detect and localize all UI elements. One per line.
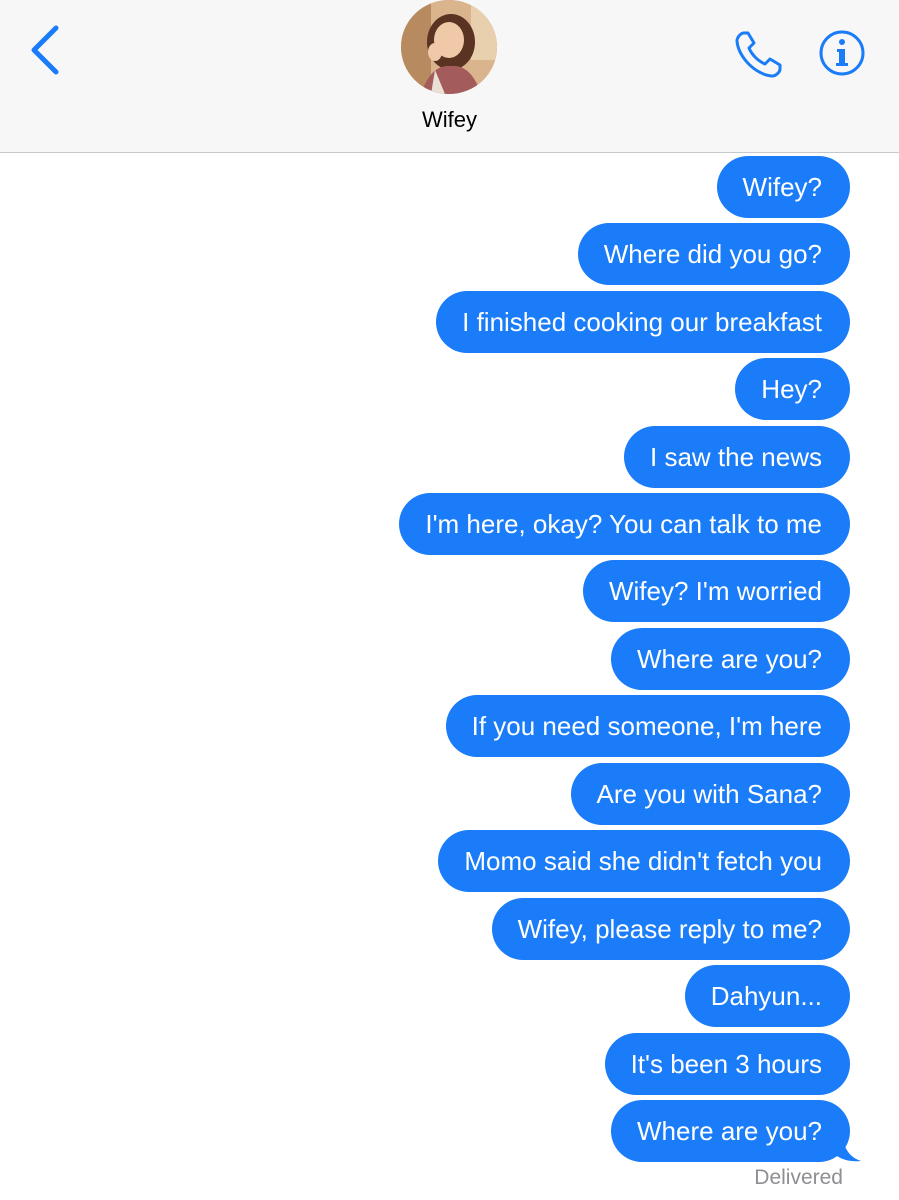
- sent-message-bubble[interactable]: I finished cooking our breakfast: [436, 291, 850, 353]
- message-row: Hey?: [735, 358, 850, 420]
- delivered-status: Delivered: [754, 1166, 843, 1189]
- message-row: I'm here, okay? You can talk to me: [399, 493, 850, 555]
- contact-photo: [401, 0, 497, 94]
- message-row: Wifey, please reply to me?: [491, 898, 850, 960]
- phone-icon: [735, 31, 782, 78]
- sent-message-bubble[interactable]: If you need someone, I'm here: [445, 695, 850, 757]
- message-row: Where did you go?: [577, 223, 850, 285]
- sent-message-bubble[interactable]: Dahyun...: [684, 965, 850, 1027]
- message-row: Are you with Sana?: [570, 763, 850, 825]
- message-row: Momo said she didn't fetch you: [438, 830, 850, 892]
- sent-message-bubble[interactable]: Where are you?: [611, 1100, 850, 1162]
- sent-message-bubble[interactable]: Where did you go?: [577, 223, 850, 285]
- sent-message-bubble[interactable]: It's been 3 hours: [604, 1033, 850, 1095]
- bubble-tail-icon: [837, 1140, 861, 1162]
- contact-avatar[interactable]: [401, 0, 497, 94]
- sent-message-bubble[interactable]: Momo said she didn't fetch you: [438, 830, 850, 892]
- conversation-header: Wifey: [0, 0, 899, 153]
- contact-name[interactable]: Wifey: [0, 107, 899, 133]
- imessage-conversation-screen: Wifey Wifey? Where did you go? I finishe…: [0, 0, 899, 1200]
- chevron-left-icon: [31, 25, 59, 75]
- call-button[interactable]: [732, 27, 786, 81]
- message-row: I saw the news: [624, 426, 850, 488]
- message-thread[interactable]: Wifey? Where did you go? I finished cook…: [0, 153, 899, 1200]
- sent-message-bubble[interactable]: Wifey, please reply to me?: [491, 898, 850, 960]
- message-row: Dahyun...: [684, 965, 850, 1027]
- sent-message-bubble[interactable]: I saw the news: [624, 426, 850, 488]
- message-row: Wifey?: [716, 156, 850, 218]
- message-row: Wifey? I'm worried: [582, 560, 850, 622]
- sent-message-bubble[interactable]: Hey?: [735, 358, 850, 420]
- message-row: I finished cooking our breakfast: [436, 291, 850, 353]
- sent-message-bubble[interactable]: Where are you?: [611, 628, 850, 690]
- message-row: Where are you?: [611, 1100, 861, 1162]
- sent-message-bubble[interactable]: Wifey?: [716, 156, 850, 218]
- back-button[interactable]: [22, 22, 70, 78]
- info-button[interactable]: [818, 29, 866, 77]
- sent-message-bubble[interactable]: Are you with Sana?: [570, 763, 850, 825]
- sent-message-bubble[interactable]: Wifey? I'm worried: [582, 560, 850, 622]
- info-icon: [819, 30, 865, 76]
- sent-message-bubble[interactable]: I'm here, okay? You can talk to me: [399, 493, 850, 555]
- message-row: Where are you?: [611, 628, 850, 690]
- message-row: If you need someone, I'm here: [445, 695, 850, 757]
- message-row: It's been 3 hours: [604, 1033, 850, 1095]
